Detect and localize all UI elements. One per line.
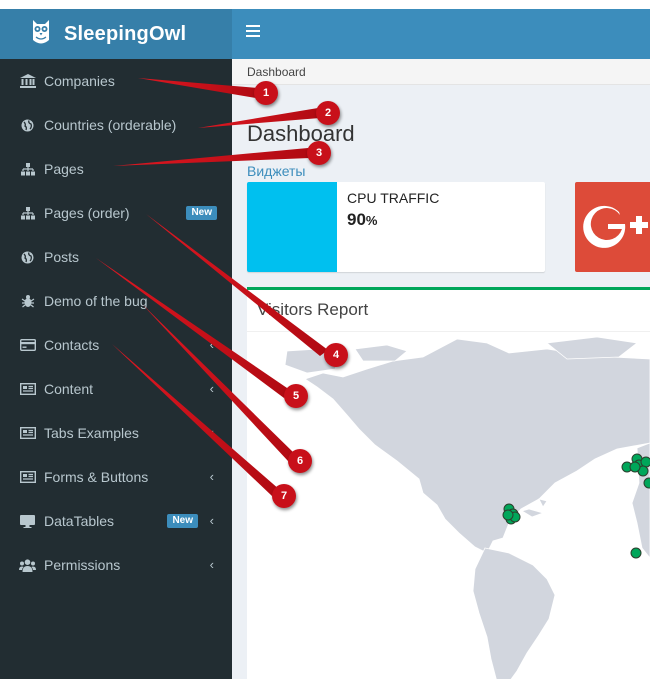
annotation-badge: 5 <box>284 384 308 408</box>
page-title: Dashboard <box>247 121 355 146</box>
sidebar-item-label: Companies <box>44 73 115 89</box>
sidebar-item-label: Content <box>44 381 94 397</box>
sidebar-item-label: Tabs Examples <box>44 425 139 441</box>
chevron-left-icon: ‹ <box>209 425 214 440</box>
new-badge: New <box>186 206 217 220</box>
world-map[interactable] <box>247 333 650 679</box>
chevron-left-icon: ‹ <box>209 337 214 352</box>
desktop-icon <box>19 514 36 528</box>
sidebar-item-datatables[interactable]: DataTables New ‹ <box>0 499 232 543</box>
cpu-traffic-info-box: CPU TRAFFIC 90% <box>247 182 545 272</box>
globe-icon <box>19 250 36 264</box>
credit-card-icon <box>19 338 36 352</box>
widgets-link[interactable]: Виджеты <box>247 163 306 179</box>
annotation-badge: 3 <box>307 141 331 165</box>
info-box-value: 90% <box>347 210 378 229</box>
sidebar-item-content[interactable]: Content ‹ <box>0 367 232 411</box>
annotation-badge: 6 <box>288 449 312 473</box>
sidebar-item-forms-buttons[interactable]: Forms & Buttons ‹ <box>0 455 232 499</box>
top-navbar <box>232 9 650 59</box>
annotation-badge: 2 <box>316 101 340 125</box>
sidebar-item-label: Contacts <box>44 337 100 353</box>
sidebar-item-companies[interactable]: Companies <box>0 59 232 103</box>
annotation-badge: 4 <box>324 343 348 367</box>
google-plus-box <box>575 182 650 272</box>
sidebar-item-contacts[interactable]: Contacts ‹ <box>0 323 232 367</box>
sidebar-item-permissions[interactable]: Permissions ‹ <box>0 543 232 587</box>
sidebar-menu: Companies Countries (orderable) Pages Pa… <box>0 59 232 587</box>
breadcrumb[interactable]: Dashboard <box>247 65 306 79</box>
hamburger-icon[interactable] <box>246 25 260 37</box>
globe-icon <box>19 118 36 132</box>
sidebar-item-posts[interactable]: Posts <box>0 235 232 279</box>
sidebar-item-label: DataTables <box>44 513 115 529</box>
bug-icon <box>19 294 36 308</box>
owl-icon <box>30 18 52 51</box>
sidebar-item-label: Pages (order) <box>44 205 130 221</box>
main-content: Dashboard Dashboard Виджеты CPU TRAFFIC … <box>232 59 650 679</box>
chevron-left-icon: ‹ <box>209 469 214 484</box>
sidebar-item-label: Pages <box>44 161 84 177</box>
visitors-report-box: Visitors Report <box>247 287 650 679</box>
sidebar-item-tabs-examples[interactable]: Tabs Examples ‹ <box>0 411 232 455</box>
info-box-icon <box>247 182 337 272</box>
annotation-badge: 1 <box>254 81 278 105</box>
newspaper-icon <box>19 470 36 484</box>
chevron-left-icon: ‹ <box>209 513 214 528</box>
top-strip <box>0 0 650 9</box>
sidebar-item-label: Posts <box>44 249 80 265</box>
newspaper-icon <box>19 426 36 440</box>
sidebar-item-demo-bug[interactable]: Demo of the bug <box>0 279 232 323</box>
brand-logo[interactable]: SleepingOwl <box>0 9 232 59</box>
chevron-left-icon: ‹ <box>209 557 214 572</box>
sitemap-icon <box>19 162 36 176</box>
bank-icon <box>19 74 36 88</box>
sidebar-item-pages-order[interactable]: Pages (order) New <box>0 191 232 235</box>
sidebar-item-label: Countries (orderable) <box>44 117 177 133</box>
new-badge: New <box>167 514 198 528</box>
report-title: Visitors Report <box>247 290 650 332</box>
google-plus-icon <box>575 205 650 272</box>
breadcrumb-bar: Dashboard <box>232 59 650 85</box>
sidebar-item-label: Forms & Buttons <box>44 469 149 485</box>
brand-name: SleepingOwl <box>64 22 187 45</box>
sidebar-item-label: Demo of the bug <box>44 293 148 309</box>
sidebar-item-pages[interactable]: Pages <box>0 147 232 191</box>
annotation-badge: 7 <box>272 484 296 508</box>
sidebar-item-label: Permissions <box>44 557 121 573</box>
sidebar-item-countries[interactable]: Countries (orderable) <box>0 103 232 147</box>
sitemap-icon <box>19 206 36 220</box>
chevron-left-icon: ‹ <box>209 381 214 396</box>
info-box-label: CPU TRAFFIC <box>347 190 440 206</box>
users-icon <box>19 558 36 572</box>
newspaper-icon <box>19 382 36 396</box>
